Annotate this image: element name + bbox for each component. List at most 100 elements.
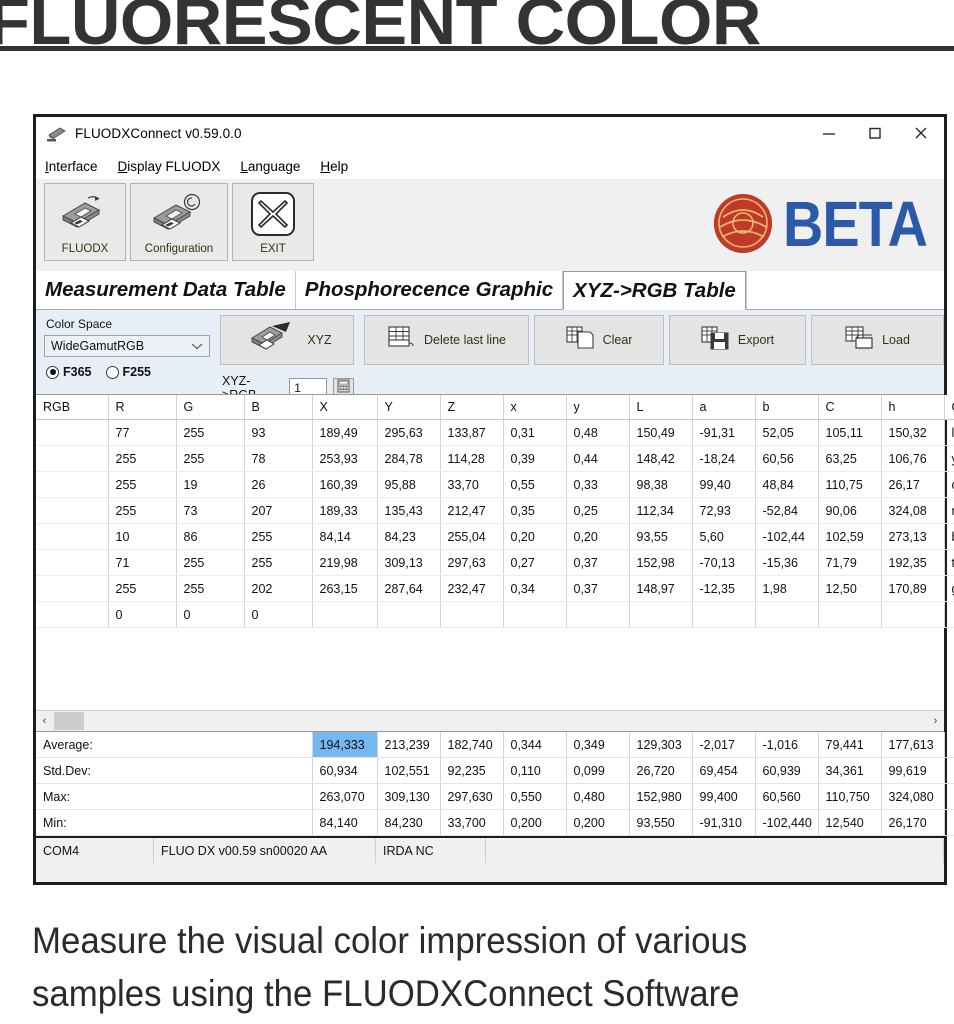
tab-measurement-data-table[interactable]: Measurement Data Table bbox=[36, 271, 296, 309]
summary-value: -91,310 bbox=[692, 810, 755, 836]
minimize-button[interactable] bbox=[806, 117, 852, 149]
col-header-rgb[interactable]: RGB bbox=[36, 395, 108, 420]
cell-X: 84,14 bbox=[312, 524, 377, 550]
tab-label: Phosphorecence Graphic bbox=[305, 278, 553, 302]
cell-g: 255 bbox=[176, 420, 244, 446]
table-row[interactable]: 71 255 255 219,98 309,13 297,63 0,27 0,3… bbox=[36, 550, 954, 576]
col-header-C[interactable]: C bbox=[818, 395, 881, 420]
clear-button[interactable]: Clear bbox=[534, 315, 664, 365]
load-button[interactable]: Load bbox=[811, 315, 944, 365]
usb-dongle-gear-icon bbox=[131, 184, 227, 243]
cell-y bbox=[566, 602, 629, 628]
cell-a: 72,93 bbox=[692, 498, 755, 524]
cell-g: 0 bbox=[176, 602, 244, 628]
color-space-value: WideGamutRGB bbox=[51, 339, 144, 353]
scroll-left-arrow-icon[interactable]: ‹ bbox=[36, 716, 53, 727]
col-header-Z[interactable]: Z bbox=[440, 395, 503, 420]
col-header-r[interactable]: R bbox=[108, 395, 176, 420]
window-controls bbox=[806, 117, 944, 153]
summary-value-empty bbox=[944, 758, 954, 784]
menu-item-help[interactable]: Help bbox=[320, 159, 348, 174]
menu-item-interface[interactable]: Interface bbox=[45, 159, 98, 174]
cell-g: 255 bbox=[176, 446, 244, 472]
table-row[interactable]: 77 255 93 189,49 295,63 133,87 0,31 0,48… bbox=[36, 420, 954, 446]
scroll-right-arrow-icon[interactable]: › bbox=[927, 716, 944, 727]
summary-label: Min: bbox=[36, 810, 312, 836]
color-swatch-cell bbox=[36, 498, 108, 524]
col-header-g[interactable]: G bbox=[176, 395, 244, 420]
cell-y: 0,48 bbox=[566, 420, 629, 446]
col-header-Y[interactable]: Y bbox=[377, 395, 440, 420]
summary-value: 0,344 bbox=[503, 732, 566, 758]
cell-Z: 114,28 bbox=[440, 446, 503, 472]
menu-item-language[interactable]: Language bbox=[240, 159, 300, 174]
cell-b-lab: 52,05 bbox=[755, 420, 818, 446]
cell-g: 86 bbox=[176, 524, 244, 550]
table-row[interactable]: 255 255 202 263,15 287,64 232,47 0,34 0,… bbox=[36, 576, 954, 602]
export-button[interactable]: Export bbox=[669, 315, 806, 365]
delete-last-line-button[interactable]: Delete last line bbox=[364, 315, 529, 365]
cell-C: 110,75 bbox=[818, 472, 881, 498]
exit-button[interactable]: EXIT bbox=[232, 183, 314, 261]
table-row[interactable]: 0 0 0 bbox=[36, 602, 954, 628]
col-header-b-lab[interactable]: b bbox=[755, 395, 818, 420]
table-row[interactable]: 10 86 255 84,14 84,23 255,04 0,20 0,20 9… bbox=[36, 524, 954, 550]
col-header-x[interactable]: x bbox=[503, 395, 566, 420]
cell-y: 0,37 bbox=[566, 576, 629, 602]
radio-f365[interactable]: F365 bbox=[46, 365, 92, 379]
table-row[interactable]: 255 73 207 189,33 135,43 212,47 0,35 0,2… bbox=[36, 498, 954, 524]
summary-value: 0,349 bbox=[566, 732, 629, 758]
color-space-select[interactable]: WideGamutRGB bbox=[44, 335, 210, 357]
color-space-label: Color Space bbox=[46, 317, 210, 331]
table-clear-icon bbox=[566, 324, 596, 357]
configuration-button[interactable]: Configuration bbox=[130, 183, 228, 261]
tab-phosphorecence-graphic[interactable]: Phosphorecence Graphic bbox=[296, 271, 563, 309]
menu-accel: H bbox=[320, 159, 330, 174]
cell-y: 0,44 bbox=[566, 446, 629, 472]
cell-Z: 232,47 bbox=[440, 576, 503, 602]
maximize-button[interactable] bbox=[852, 117, 898, 149]
cell-r: 77 bbox=[108, 420, 176, 446]
cell-b-lab: 60,56 bbox=[755, 446, 818, 472]
col-header-b[interactable]: B bbox=[244, 395, 312, 420]
table-row[interactable]: 255 19 26 160,39 95,88 33,70 0,55 0,33 9… bbox=[36, 472, 954, 498]
cell-x: 0,34 bbox=[503, 576, 566, 602]
col-header-X[interactable]: X bbox=[312, 395, 377, 420]
close-button[interactable] bbox=[898, 117, 944, 149]
cell-L: 93,55 bbox=[629, 524, 692, 550]
table-delete-row-icon bbox=[387, 324, 417, 357]
fluodx-button[interactable]: FLUODX bbox=[44, 183, 126, 261]
horizontal-scrollbar[interactable]: ‹ › bbox=[36, 710, 944, 731]
summary-value: 93,550 bbox=[629, 810, 692, 836]
table-row[interactable]: 255 255 78 253,93 284,78 114,28 0,39 0,4… bbox=[36, 446, 954, 472]
tab-xyz-rgb-table[interactable]: XYZ->RGB Table bbox=[563, 271, 746, 310]
col-header-a[interactable]: a bbox=[692, 395, 755, 420]
delete-last-line-label: Delete last line bbox=[424, 333, 506, 347]
cell-color: lim bbox=[944, 420, 954, 446]
summary-row-average: Average: 194,333 213,239 182,740 0,344 0… bbox=[36, 732, 954, 758]
col-header-color[interactable]: Co bbox=[944, 395, 954, 420]
table-action-buttons: Delete last line Clear bbox=[364, 315, 944, 365]
col-header-h[interactable]: h bbox=[881, 395, 944, 420]
cell-g: 19 bbox=[176, 472, 244, 498]
col-header-y[interactable]: y bbox=[566, 395, 629, 420]
cell-x: 0,27 bbox=[503, 550, 566, 576]
menu-item-display-fluodx[interactable]: Display FLUODX bbox=[118, 159, 221, 174]
lamp-radio-group: F365 F255 bbox=[44, 365, 210, 379]
summary-value: 0,200 bbox=[566, 810, 629, 836]
cell-L bbox=[629, 602, 692, 628]
fluodx-button-label: FLUODX bbox=[62, 243, 109, 255]
summary-value[interactable]: 194,333 bbox=[312, 732, 377, 758]
summary-value-empty bbox=[944, 732, 954, 758]
table-body: 77 255 93 189,49 295,63 133,87 0,31 0,48… bbox=[36, 420, 954, 628]
radio-f255[interactable]: F255 bbox=[106, 365, 152, 379]
grid-empty-area bbox=[36, 628, 944, 710]
scrollbar-thumb[interactable] bbox=[54, 712, 84, 730]
color-swatch-cell bbox=[36, 550, 108, 576]
cell-X: 219,98 bbox=[312, 550, 377, 576]
col-header-L[interactable]: L bbox=[629, 395, 692, 420]
tab-label: Measurement Data Table bbox=[45, 278, 286, 302]
xyz-measure-button[interactable]: XYZ bbox=[220, 315, 354, 365]
summary-value: 0,550 bbox=[503, 784, 566, 810]
cell-L: 152,98 bbox=[629, 550, 692, 576]
